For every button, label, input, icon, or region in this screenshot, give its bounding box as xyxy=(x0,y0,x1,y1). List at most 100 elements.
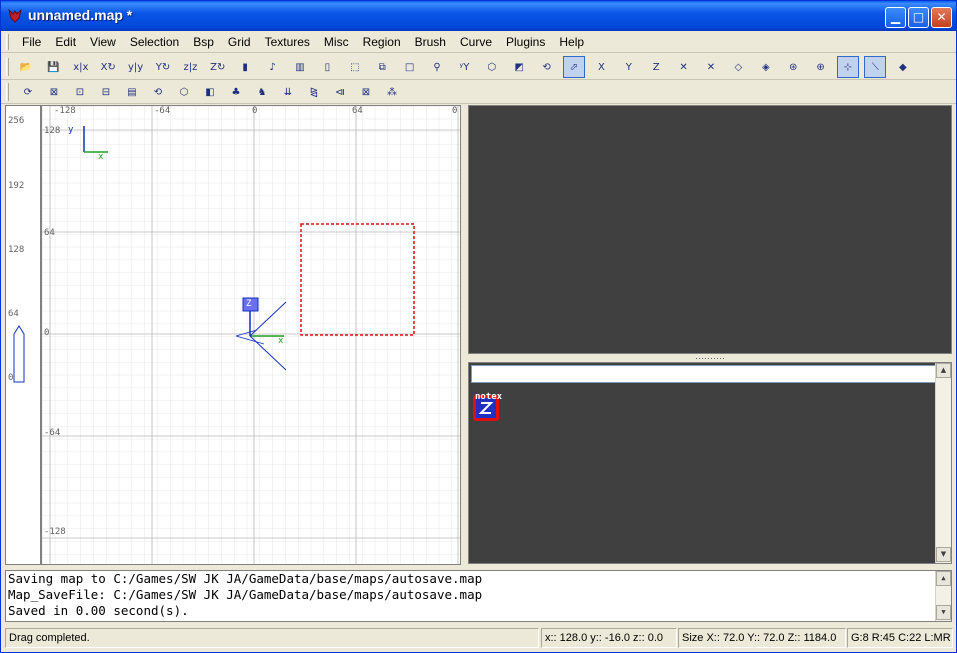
patch-mode-button[interactable]: ✕ xyxy=(673,56,695,78)
select-partial-tall-button[interactable]: ▥ xyxy=(289,56,311,78)
menu-brush[interactable]: Brush xyxy=(408,35,453,49)
toolbar-grip-2[interactable] xyxy=(6,83,9,101)
texture-lock-button[interactable]: ʸY xyxy=(453,56,475,78)
camera-3d-view[interactable] xyxy=(468,105,952,354)
view-z-button[interactable]: Z xyxy=(645,56,667,78)
xy-grid-view[interactable]: -128 -64 0 64 0 128 64 0 -64 -128 y x x … xyxy=(41,105,461,565)
menu-grid[interactable]: Grid xyxy=(221,35,258,49)
menu-curve[interactable]: Curve xyxy=(453,35,499,49)
toolbar-grip[interactable] xyxy=(6,58,9,76)
ruler-tick: 256 xyxy=(8,116,25,126)
texture-label: notex xyxy=(475,392,503,402)
make-hollow-button[interactable]: □ xyxy=(399,56,421,78)
grid-tick-top: 0 xyxy=(252,106,258,116)
menu-file[interactable]: File xyxy=(15,35,48,49)
menu-textures[interactable]: Textures xyxy=(258,35,317,49)
horizontal-splitter[interactable] xyxy=(468,354,952,362)
shader-icon[interactable]: ◧ xyxy=(199,81,221,103)
console-scroll-down-button[interactable]: ▼ xyxy=(936,605,951,620)
flip-horizontal-icon[interactable]: ⧎ xyxy=(303,81,325,103)
bend-z-icon[interactable]: ⊟ xyxy=(95,81,117,103)
gizmo-x-label: x xyxy=(278,336,284,346)
menu-help[interactable]: Help xyxy=(552,35,591,49)
rotate-x-button[interactable]: X↻ xyxy=(97,56,119,78)
title-bar[interactable]: unnamed.map * ▁ □ ✕ xyxy=(1,1,956,31)
tree-icon[interactable]: ♣ xyxy=(225,81,247,103)
hexagon-icon[interactable]: ⬡ xyxy=(173,81,195,103)
menu-misc[interactable]: Misc xyxy=(317,35,356,49)
rotate-y-button[interactable]: Y↻ xyxy=(152,56,174,78)
csg-merge-button[interactable]: ⧉ xyxy=(371,56,393,78)
push-icon[interactable]: ⇊ xyxy=(277,81,299,103)
save-icon[interactable]: 💾 xyxy=(42,56,64,78)
curve-mode-button[interactable]: ✕ xyxy=(700,56,722,78)
show-entities-button[interactable]: ◇ xyxy=(727,56,749,78)
select-complete-tall-button[interactable]: ▮ xyxy=(234,56,256,78)
flip-y-button[interactable]: y|y xyxy=(125,56,147,78)
grid-canvas[interactable] xyxy=(42,106,461,565)
texture-browser[interactable]: notex ▲ ▼ xyxy=(468,362,952,564)
scroll-down-button[interactable]: ▼ xyxy=(936,547,951,562)
grid-tick-left: -128 xyxy=(44,527,66,537)
console-scrollbar[interactable]: ▲ ▼ xyxy=(935,571,951,621)
patch-tesselate-button[interactable]: ⊕ xyxy=(810,56,832,78)
cubic-clip-button[interactable]: ◩ xyxy=(508,56,530,78)
clip-icon[interactable]: ▤ xyxy=(121,81,143,103)
menu-grip[interactable] xyxy=(6,34,9,50)
patch-insert-button[interactable]: ⊛ xyxy=(782,56,804,78)
close-button[interactable]: ✕ xyxy=(931,7,952,28)
select-inside-button[interactable]: ▯ xyxy=(316,56,338,78)
texture-filter-input[interactable] xyxy=(471,365,937,383)
z-brush-indicator xyxy=(13,325,25,383)
app-window: unnamed.map * ▁ □ ✕ File Edit View Selectio… xyxy=(0,0,957,653)
csg-subtract-button[interactable]: ⬚ xyxy=(344,56,366,78)
z-ruler[interactable]: 256 192 128 64 0 xyxy=(5,105,41,565)
maximize-button[interactable]: □ xyxy=(908,7,929,28)
drag-edges-button[interactable]: ⊹ xyxy=(837,56,859,78)
open-icon[interactable]: 📂 xyxy=(15,56,37,78)
view-x-button[interactable]: X xyxy=(590,56,612,78)
menu-view[interactable]: View xyxy=(83,35,123,49)
grid-tick-top: 64 xyxy=(352,106,363,116)
menu-plugins[interactable]: Plugins xyxy=(499,35,552,49)
window-title: unnamed.map * xyxy=(28,7,133,23)
menu-region[interactable]: Region xyxy=(356,35,408,49)
flip-z-button[interactable]: z|z xyxy=(179,56,201,78)
menu-bar: File Edit View Selection Bsp Grid Textures Misc… xyxy=(1,31,956,53)
console-scroll-up-button[interactable]: ▲ xyxy=(936,571,951,586)
flip-vertical-icon[interactable]: ⧏ xyxy=(329,81,351,103)
minimize-button[interactable]: ▁ xyxy=(885,7,906,28)
rotate-z-button[interactable]: Z↻ xyxy=(207,56,229,78)
texture-scrollbar[interactable]: ▲ ▼ xyxy=(935,363,951,563)
main-toolbar: 📂 💾 x|x X↻ y|y Y↻ z|z Z↻ ▮ ♪ ▥ ▯ ⬚ ⧉ □ ⚲ ʸY ⬡ ◩ ⟲ ⬀ X Y Z ✕ ✕ ◇ ◈ ⊛ ⊕… xyxy=(1,54,956,80)
menu-edit[interactable]: Edit xyxy=(48,35,83,49)
rotate-icon[interactable]: ⟳ xyxy=(17,81,39,103)
camera-button[interactable]: ⟲ xyxy=(536,56,558,78)
view-3d-button[interactable]: ⬀ xyxy=(563,56,585,78)
bend-alt-icon[interactable]: ⊡ xyxy=(69,81,91,103)
refresh-icon[interactable]: ⟲ xyxy=(147,81,169,103)
drag-vertices-button[interactable]: ⟍ xyxy=(864,56,887,78)
bend-icon[interactable]: ⊠ xyxy=(43,81,65,103)
pattern-icon[interactable]: ⁂ xyxy=(381,81,403,103)
secondary-toolbar: ⟳ ⊠ ⊡ ⊟ ▤ ⟲ ⬡ ◧ ♣ ♞ ⇊ ⧎ ⧏ ⊠ ⁂ xyxy=(1,80,956,104)
menu-bsp[interactable]: Bsp xyxy=(186,35,221,49)
patch-bend-button[interactable]: ◈ xyxy=(755,56,777,78)
status-bar: Drag completed. x:: 128.0 y:: -16.0 z:: … xyxy=(1,625,956,652)
vertical-splitter[interactable] xyxy=(462,105,467,565)
flip-x-button[interactable]: x|x xyxy=(70,56,92,78)
clipper-button[interactable]: ⚲ xyxy=(426,56,448,78)
monster-icon[interactable]: ♞ xyxy=(251,81,273,103)
change-views-button[interactable]: ⬡ xyxy=(481,56,503,78)
view-y-button[interactable]: Y xyxy=(618,56,640,78)
fit-icon[interactable]: ⊠ xyxy=(355,81,377,103)
scroll-up-button[interactable]: ▲ xyxy=(936,363,951,378)
menu-items: File Edit View Selection Bsp Grid Textures Misc… xyxy=(15,35,591,49)
select-touching-button[interactable]: ♪ xyxy=(262,56,284,78)
scale-button[interactable]: ◆ xyxy=(892,56,914,78)
console-output[interactable]: Saving map to C:/Games/SW JK JA/GameData… xyxy=(5,570,952,622)
ruler-tick: 192 xyxy=(8,181,25,191)
menu-selection[interactable]: Selection xyxy=(123,35,186,49)
grid-tick-left: 64 xyxy=(44,228,55,238)
console-line: Map_SaveFile: C:/Games/SW JK JA/GameData… xyxy=(8,587,483,602)
